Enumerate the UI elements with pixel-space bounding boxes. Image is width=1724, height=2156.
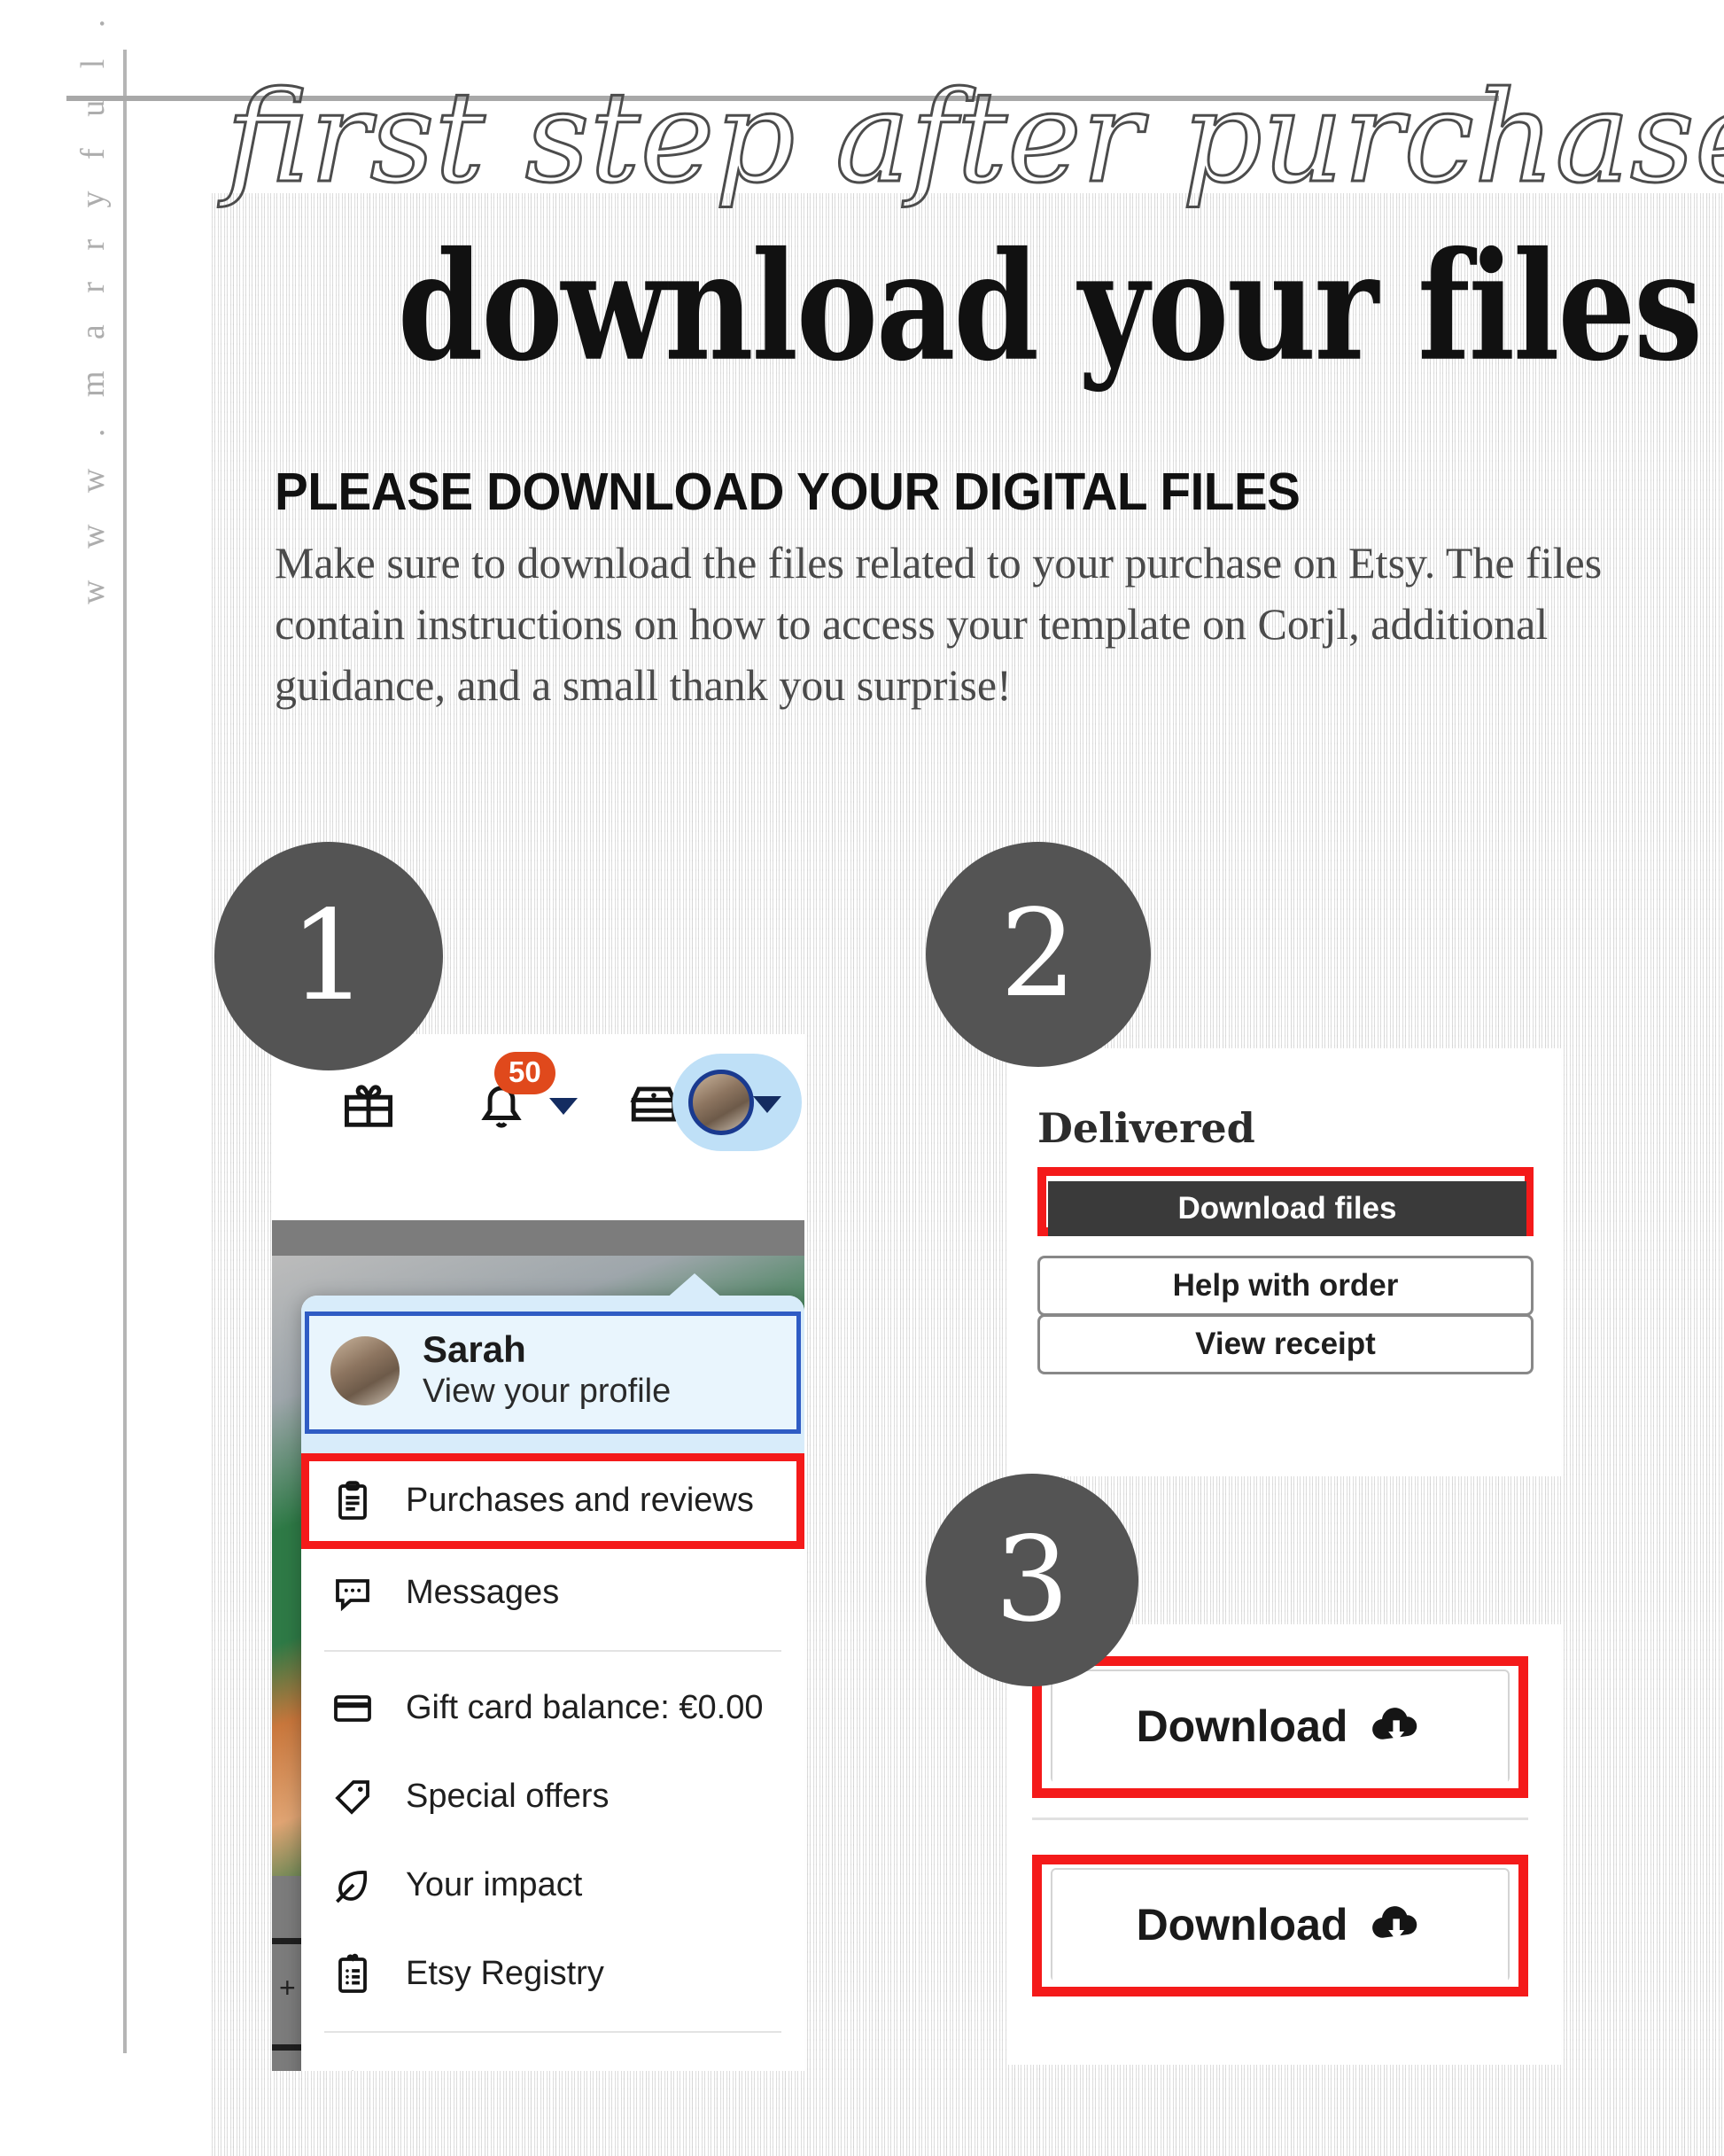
menu-item-label: Gift card balance: €0.00 [406, 1689, 764, 1727]
download-row-highlight-2: Download [1032, 1855, 1528, 1996]
download-button-1[interactable]: Download [1051, 1670, 1510, 1783]
downloads-panel: Download Download [1007, 1624, 1561, 2065]
page-title: download your files [397, 218, 1703, 394]
notification-badge: 50 [494, 1052, 555, 1094]
chat-bubble-icon [330, 1570, 376, 1616]
price-tag-icon [330, 1774, 376, 1820]
cloud-download-icon [1369, 1701, 1424, 1752]
dropdown-arrow-tail [664, 1273, 725, 1300]
section-heading: PLEASE DOWNLOAD YOUR DIGITAL FILES [275, 463, 1301, 521]
vertical-rule [123, 50, 127, 2053]
chevron-down-icon-notifications[interactable] [549, 1098, 578, 1115]
leaf-icon [330, 1863, 376, 1909]
download-files-button[interactable]: Download files [1048, 1181, 1526, 1236]
menu-item-label: Your impact [406, 1866, 583, 1904]
profile-section[interactable]: Sarah View your profile [301, 1296, 804, 1453]
registry-clipboard-icon [330, 1951, 376, 1997]
website-watermark: w w w . m a r r y f u l . o r g [74, 0, 112, 604]
body-paragraph: Make sure to download the files related … [275, 538, 1603, 710]
credit-card-icon [330, 1685, 376, 1732]
avatar[interactable] [688, 1070, 754, 1135]
etsy-account-menu-screenshot: + r an 50 [272, 1034, 804, 2071]
order-status-label: Delivered [1037, 1104, 1255, 1152]
menu-item-gift-card-balance[interactable]: Gift card balance: €0.00 [301, 1663, 804, 1753]
step-number-1: 1 [214, 842, 443, 1070]
step-number-2: 2 [926, 842, 1151, 1067]
download-button-2[interactable]: Download [1051, 1868, 1510, 1981]
menu-item-account-settings[interactable]: Account settings [301, 2044, 804, 2071]
menu-item-label: Purchases and reviews [406, 1482, 754, 1520]
download-button-label: Download [1136, 1900, 1348, 1950]
menu-item-label: Account settings [406, 2070, 653, 2071]
account-dropdown-menu: Sarah View your profile Purchases and re… [301, 1296, 804, 2071]
clipboard-icon [330, 1478, 376, 1524]
chevron-down-icon-account[interactable] [753, 1096, 781, 1113]
help-with-order-button[interactable]: Help with order [1037, 1256, 1534, 1316]
order-status-panel: Delivered Download files Help with order… [1007, 1048, 1561, 1476]
download-button-base-2 [1052, 1971, 1508, 1981]
menu-divider [324, 1649, 781, 1652]
download-files-highlight: Download files [1037, 1167, 1534, 1236]
gear-icon [330, 2066, 376, 2071]
gift-icon[interactable] [341, 1077, 396, 1132]
menu-item-your-impact[interactable]: Your impact [301, 1841, 804, 1930]
profile-highlight-box[interactable]: Sarah View your profile [305, 1312, 801, 1434]
view-receipt-button[interactable]: View receipt [1037, 1314, 1534, 1374]
horizontal-rule [66, 96, 1499, 101]
cloud-download-icon [1369, 1900, 1424, 1950]
menu-item-etsy-registry[interactable]: Etsy Registry [301, 1929, 804, 2019]
menu-item-purchases-and-reviews[interactable]: Purchases and reviews [301, 1452, 804, 1549]
menu-item-label: Messages [406, 1574, 560, 1612]
downloads-divider [1032, 1817, 1528, 1820]
profile-subtitle: View your profile [423, 1373, 672, 1411]
menu-divider [324, 2030, 781, 2033]
menu-item-special-offers[interactable]: Special offers [301, 1752, 804, 1841]
profile-name: Sarah [423, 1328, 526, 1370]
download-button-label: Download [1136, 1701, 1348, 1751]
menu-item-messages[interactable]: Messages [301, 1548, 804, 1638]
script-heading-text: first step after purchase: [218, 65, 1724, 211]
download-button-base-1 [1052, 1772, 1508, 1783]
step-number-3: 3 [926, 1474, 1138, 1686]
profile-avatar [330, 1335, 400, 1405]
menu-item-label: Etsy Registry [406, 1955, 604, 1993]
menu-item-label: Special offers [406, 1778, 610, 1816]
download-row-highlight-1: Download [1032, 1656, 1528, 1798]
